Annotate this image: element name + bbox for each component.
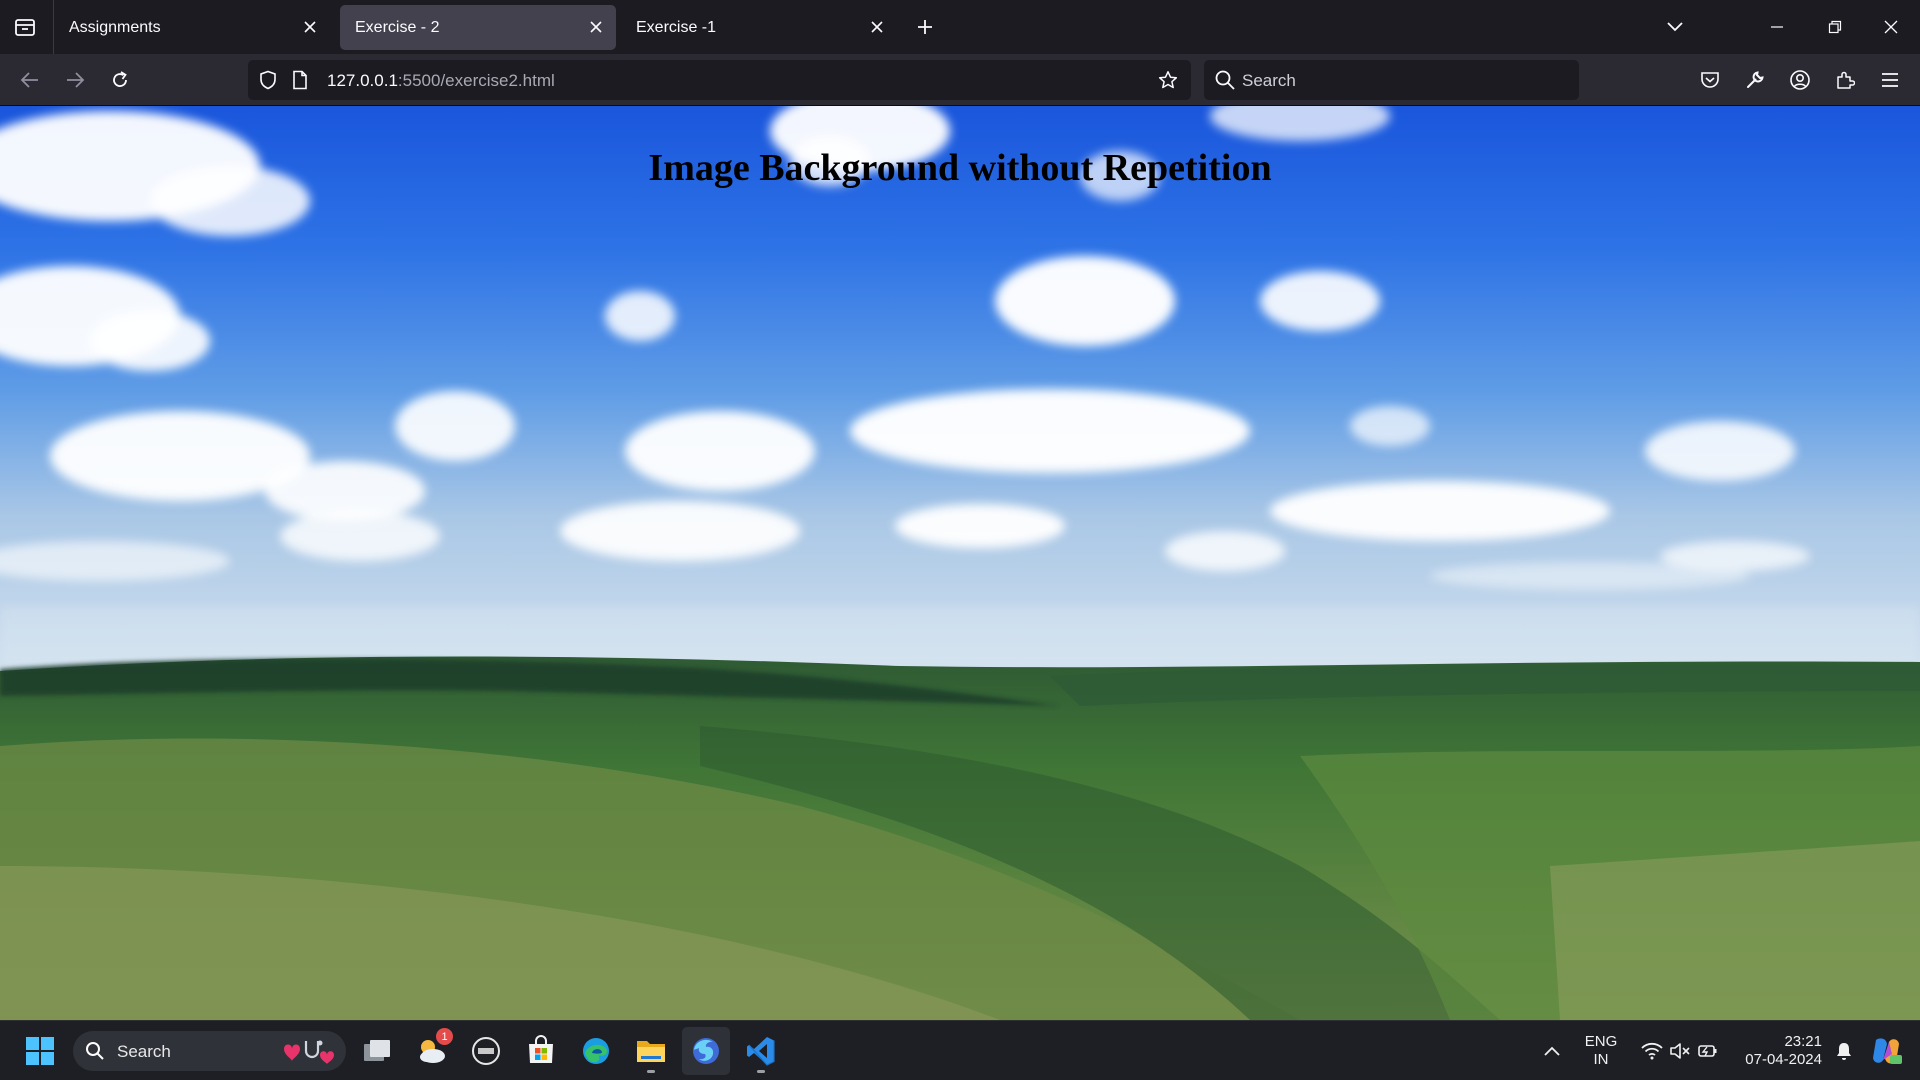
- close-icon: [871, 21, 883, 33]
- clock[interactable]: 23:21 07-04-2024: [1730, 1033, 1822, 1069]
- star-icon: [1158, 71, 1178, 89]
- store-icon: [529, 1035, 553, 1063]
- tab-exercise-2[interactable]: Exercise - 2: [340, 5, 616, 50]
- folder-icon: [637, 1041, 665, 1062]
- app-menu-button[interactable]: [1874, 64, 1906, 96]
- taskbar: Search 1 ENG IN 23:21 07-04-2024: [0, 1020, 1920, 1080]
- quick-settings-button[interactable]: [1630, 1027, 1730, 1075]
- search-icon: [1215, 70, 1235, 90]
- task-view-button[interactable]: [353, 1027, 401, 1075]
- tab-strip: Assignments Exercise - 2 Exercise -1: [0, 0, 1920, 54]
- tab-assignments[interactable]: Assignments: [54, 5, 330, 50]
- developer-tools-button[interactable]: [1739, 64, 1771, 96]
- widgets-badge: 1: [436, 1028, 453, 1045]
- new-tab-button[interactable]: [910, 12, 940, 42]
- page-heading: Image Background without Repetition: [648, 147, 1272, 189]
- close-icon: [304, 21, 316, 33]
- taskbar-search-placeholder: Search: [117, 1042, 171, 1061]
- close-icon: [590, 21, 602, 33]
- list-all-tabs-button[interactable]: [1660, 12, 1690, 42]
- copilot-icon: [1873, 1038, 1902, 1064]
- plus-icon: [918, 20, 932, 34]
- reload-icon: [113, 71, 127, 87]
- tab-title: Exercise - 2: [355, 18, 440, 36]
- tab-title: Assignments: [69, 18, 161, 36]
- region-code: IN: [1593, 1051, 1609, 1068]
- account-button[interactable]: [1784, 64, 1816, 96]
- edge-icon: [583, 1038, 609, 1064]
- tab-close-button[interactable]: [586, 17, 606, 37]
- clock-time: 23:21: [1784, 1033, 1822, 1050]
- close-icon: [1884, 20, 1898, 34]
- restore-button[interactable]: [1812, 8, 1858, 46]
- file-explorer-button[interactable]: [627, 1027, 675, 1075]
- page-icon: [293, 70, 307, 90]
- firefox-button[interactable]: [682, 1027, 730, 1075]
- page-content: Image Background without Repetition: [0, 106, 1920, 1020]
- reload-button[interactable]: [104, 64, 136, 96]
- start-button[interactable]: [16, 1027, 64, 1075]
- minimize-button[interactable]: [1754, 8, 1800, 46]
- dell-app-button[interactable]: [462, 1027, 510, 1075]
- microsoft-store-button[interactable]: [517, 1027, 565, 1075]
- tab-close-button[interactable]: [867, 17, 887, 37]
- dell-logo-icon: [472, 1037, 500, 1065]
- bell-icon: [1837, 1043, 1851, 1060]
- sky-and-hills-background-image: [0, 106, 1920, 1020]
- account-icon: [1790, 70, 1810, 90]
- puzzle-icon: [1837, 71, 1855, 89]
- language-indicator[interactable]: ENG IN: [1575, 1033, 1627, 1069]
- task-view-icon: [364, 1040, 390, 1061]
- close-window-button[interactable]: [1868, 8, 1914, 46]
- search-highlight-icon: [284, 1040, 334, 1064]
- tab-list-button[interactable]: [10, 13, 40, 41]
- copilot-button[interactable]: [1864, 1027, 1908, 1075]
- vscode-icon: [747, 1037, 775, 1066]
- chevron-up-icon: [1544, 1046, 1560, 1056]
- url-path: :5500/exercise2.html: [397, 71, 555, 90]
- taskbar-search-box[interactable]: Search: [73, 1031, 346, 1071]
- back-button[interactable]: [14, 64, 46, 96]
- pocket-button[interactable]: [1694, 64, 1726, 96]
- url-text[interactable]: 127.0.0.1:5500/exercise2.html: [327, 71, 555, 91]
- show-hidden-icons-button[interactable]: [1529, 1027, 1575, 1075]
- wrench-icon: [1747, 71, 1764, 88]
- tab-title: Exercise -1: [636, 18, 717, 36]
- wifi-icon: [1641, 1042, 1663, 1060]
- arrow-right-icon: [67, 72, 85, 88]
- widgets-button[interactable]: 1: [408, 1027, 456, 1075]
- battery-charging-icon: [1698, 1045, 1717, 1057]
- address-bar[interactable]: 127.0.0.1:5500/exercise2.html: [248, 60, 1191, 100]
- edge-button[interactable]: [572, 1027, 620, 1075]
- bookmark-button[interactable]: [1158, 70, 1178, 90]
- extensions-button[interactable]: [1829, 64, 1861, 96]
- tracking-protection-button[interactable]: [258, 70, 278, 90]
- tab-exercise-1[interactable]: Exercise -1: [621, 5, 897, 50]
- volume-muted-icon: [1670, 1043, 1690, 1059]
- search-icon: [86, 1042, 104, 1060]
- shield-icon: [260, 70, 276, 90]
- firefox-icon: [693, 1038, 719, 1064]
- pocket-icon: [1701, 72, 1719, 88]
- minimize-icon: [1771, 26, 1783, 28]
- forward-button[interactable]: [59, 64, 91, 96]
- notifications-button[interactable]: [1826, 1027, 1862, 1075]
- search-placeholder: Search: [1242, 71, 1296, 90]
- language-code: ENG: [1584, 1033, 1618, 1050]
- tab-list-icon: [15, 19, 35, 36]
- chevron-down-icon: [1667, 22, 1683, 32]
- page-info-button[interactable]: [290, 70, 310, 90]
- vscode-button[interactable]: [737, 1027, 785, 1075]
- clock-date: 07-04-2024: [1745, 1051, 1822, 1068]
- tab-close-button[interactable]: [300, 17, 320, 37]
- search-bar[interactable]: Search: [1204, 60, 1579, 100]
- hamburger-icon: [1882, 73, 1898, 87]
- url-host: 127.0.0.1: [327, 71, 398, 90]
- arrow-left-icon: [20, 72, 38, 88]
- navigation-toolbar: 127.0.0.1:5500/exercise2.html Search: [0, 54, 1920, 106]
- windows-logo-icon: [26, 1037, 54, 1065]
- restore-icon: [1828, 20, 1842, 34]
